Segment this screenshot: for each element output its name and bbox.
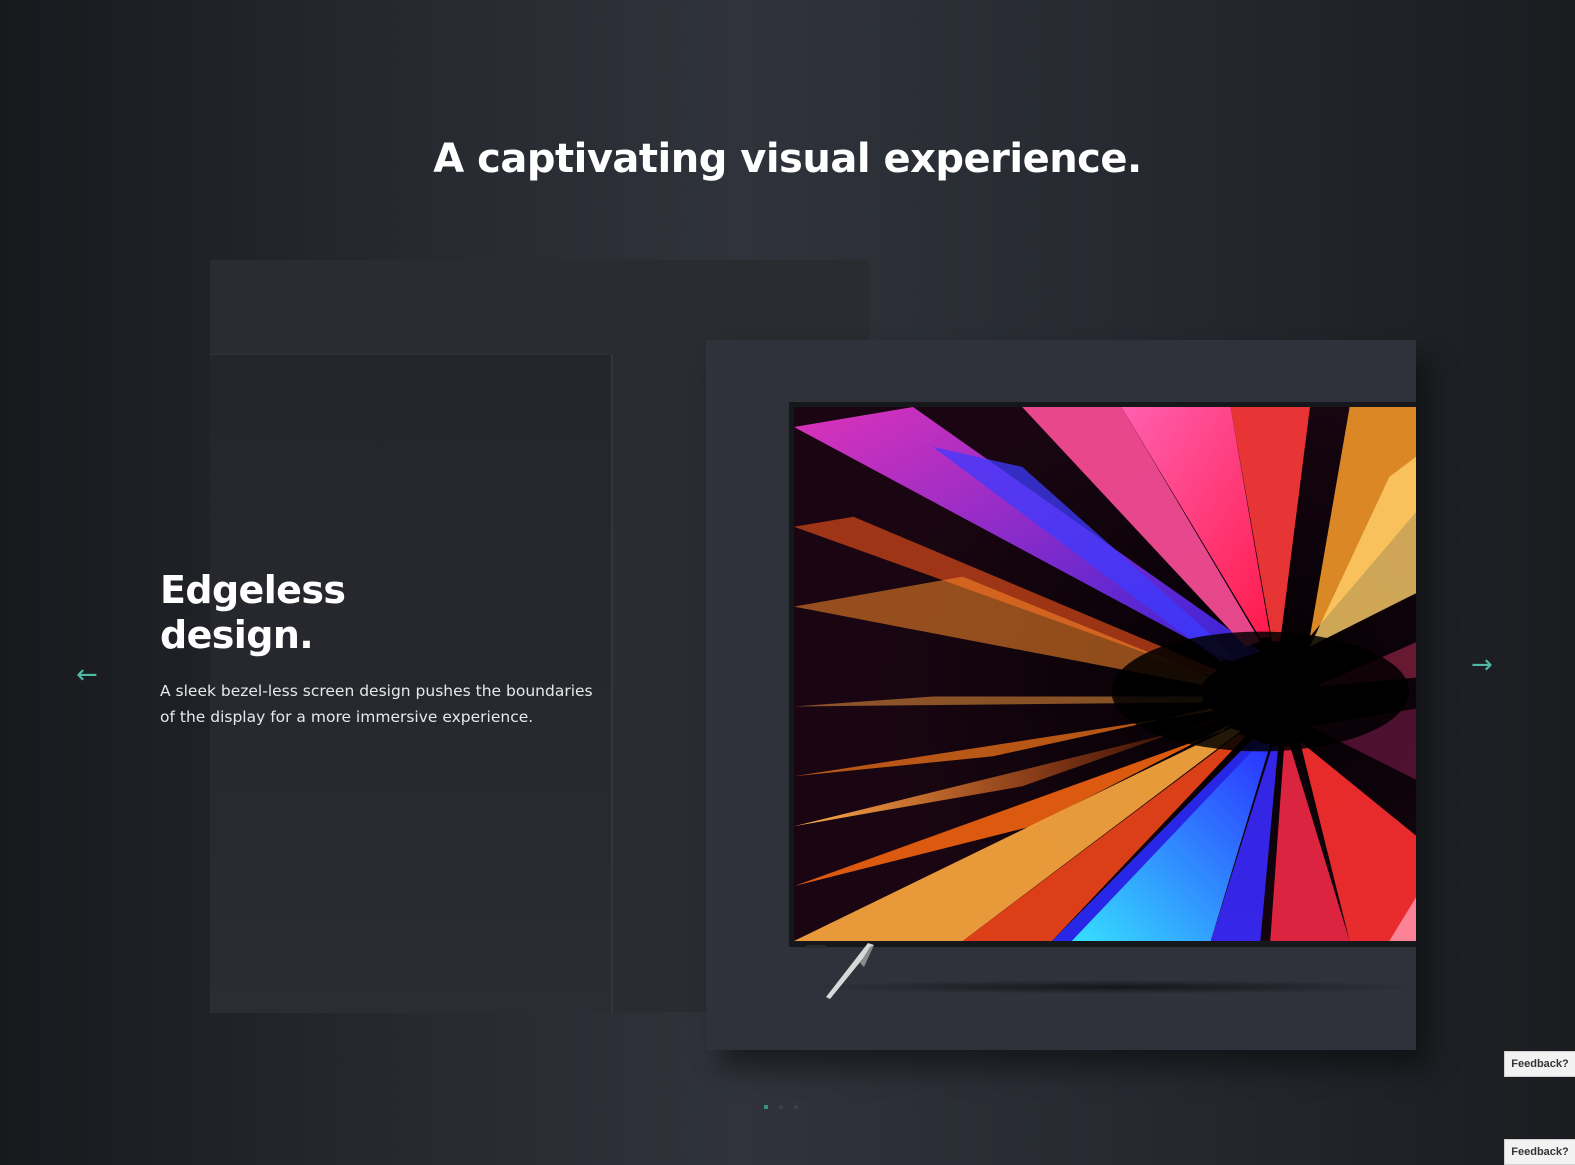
slide-description: A sleek bezel-less screen design pushes …	[160, 682, 593, 726]
feedback-button[interactable]: Feedback?	[1504, 1139, 1575, 1165]
feedback-button[interactable]: Feedback?	[1504, 1051, 1575, 1077]
arrow-left-icon[interactable]: ←	[76, 662, 98, 688]
arrow-right-icon[interactable]: →	[1471, 652, 1493, 678]
tv-screen-image	[794, 407, 1416, 941]
slide-title: Edgeless design.	[160, 568, 346, 657]
tv-shadow	[796, 980, 1416, 994]
carousel-pagination	[764, 1105, 798, 1109]
pagination-dot-2[interactable]	[779, 1105, 783, 1109]
pagination-dot-1[interactable]	[764, 1105, 768, 1109]
tv-stand	[826, 943, 874, 999]
section-headline: A captivating visual experience.	[433, 136, 1142, 182]
slide-copy: Edgeless design. A sleek bezel-less scre…	[160, 568, 600, 730]
tv-product-card	[706, 340, 1416, 1050]
tv-logo-mark	[806, 945, 826, 948]
tv-frame	[789, 402, 1416, 947]
pagination-dot-3[interactable]	[794, 1105, 798, 1109]
